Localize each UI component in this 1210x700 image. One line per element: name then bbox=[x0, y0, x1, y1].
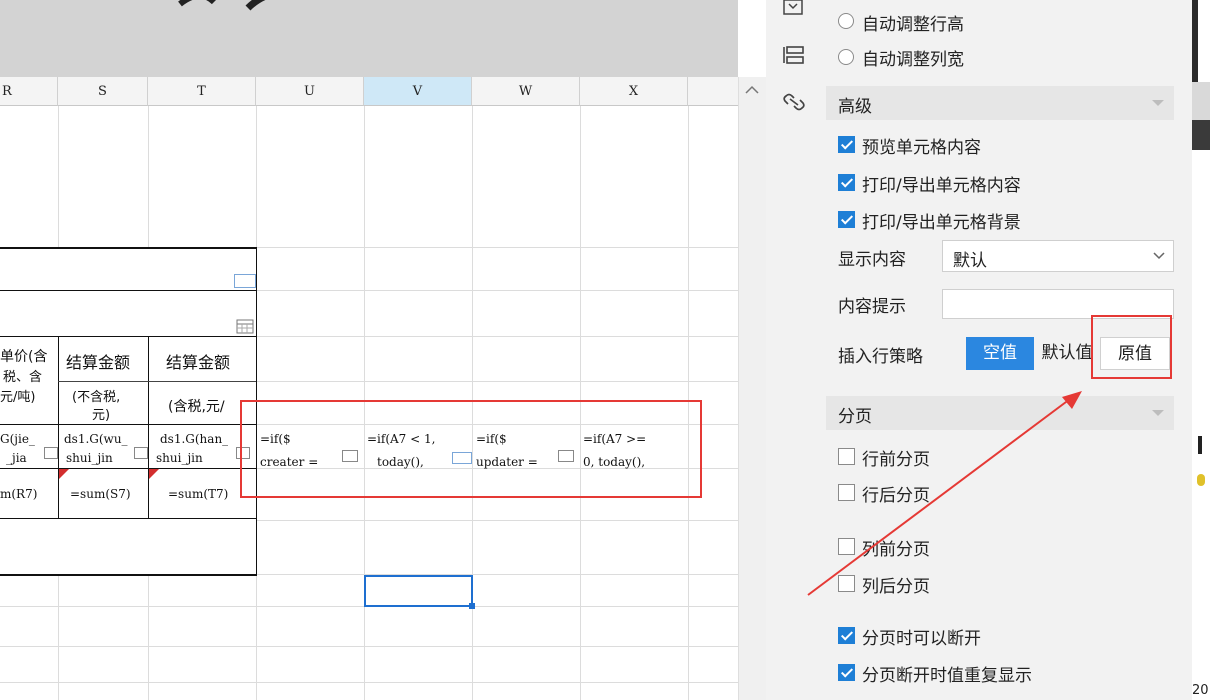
preview-cell-checkbox[interactable] bbox=[838, 136, 855, 153]
col-header-s[interactable]: S bbox=[58, 77, 148, 106]
insert-row-policy-label: 插入行策略 bbox=[838, 347, 923, 367]
policy-option-null[interactable]: 空值 bbox=[966, 337, 1034, 370]
display-content-value: 默认 bbox=[953, 251, 987, 271]
cell-t7-line1[interactable]: ds1.G(han_ bbox=[160, 432, 228, 446]
cell-comment-marker bbox=[59, 469, 69, 479]
preview-cell-label: 预览单元格内容 bbox=[862, 138, 981, 158]
cell-t7-line2: shui_jin bbox=[156, 451, 203, 465]
col-header-x[interactable]: X bbox=[580, 77, 688, 106]
content-hint-label: 内容提示 bbox=[838, 297, 906, 317]
cell-attribute-icon[interactable] bbox=[782, 44, 806, 68]
selected-cell[interactable] bbox=[364, 575, 473, 607]
window-edge: 20 bbox=[1192, 0, 1210, 700]
cell-r-header2: 税、含 bbox=[3, 370, 43, 385]
cell-t-header2: (含税,元/ bbox=[168, 399, 225, 415]
brush-stroke-decoration bbox=[178, 0, 266, 11]
cell-s-header[interactable]: 结算金额 bbox=[66, 349, 130, 373]
chevron-down-icon bbox=[1152, 410, 1164, 416]
chevron-down-icon bbox=[1152, 100, 1164, 106]
auto-col-width-radio[interactable] bbox=[838, 49, 854, 65]
sheet-top-area bbox=[0, 0, 738, 77]
vertical-scrollbar[interactable] bbox=[738, 77, 766, 700]
cell-style-icon[interactable] bbox=[782, 0, 804, 16]
cell-r-header3: 元/吨) bbox=[0, 390, 36, 405]
print-export-content-checkbox[interactable] bbox=[838, 174, 855, 191]
cell-s8-sum[interactable]: =sum(S7) bbox=[70, 487, 131, 501]
formula-icon bbox=[134, 447, 148, 459]
annotation-highlight-original bbox=[1091, 315, 1172, 379]
spreadsheet-grid[interactable]: 单价(含 税、含 元/吨) 结算金额 (不含税, 元) 结算金额 (含税,元/ … bbox=[0, 106, 738, 700]
col-header-w[interactable]: W bbox=[472, 77, 580, 106]
cell-r7-line2: _jia bbox=[6, 451, 27, 465]
cell-t-header[interactable]: 结算金额 bbox=[166, 349, 230, 373]
repeat-on-break-checkbox[interactable] bbox=[838, 664, 855, 681]
fill-handle[interactable] bbox=[469, 603, 475, 609]
cell-r8-sum[interactable]: m(R7) bbox=[0, 487, 37, 501]
cell-s-header3: 元) bbox=[92, 408, 111, 423]
col-header-r[interactable]: R bbox=[0, 77, 58, 106]
cell-t8-sum[interactable]: =sum(T7) bbox=[168, 487, 228, 501]
edge-text: 20 bbox=[1192, 683, 1209, 698]
chevron-up-icon[interactable] bbox=[745, 85, 759, 95]
col-header-empty bbox=[688, 77, 738, 106]
cell-comment-marker bbox=[149, 469, 159, 479]
col-header-v[interactable]: V bbox=[364, 77, 472, 106]
print-export-bg-checkbox[interactable] bbox=[838, 211, 855, 228]
annotation-arrow bbox=[807, 391, 1082, 596]
auto-col-width-label: 自动调整列宽 bbox=[862, 50, 964, 70]
cell-s7-line1[interactable]: ds1.G(wu_ bbox=[64, 432, 128, 446]
cell-widget-icon bbox=[234, 274, 256, 288]
hyperlink-icon[interactable] bbox=[782, 90, 806, 114]
display-content-label: 显示内容 bbox=[838, 250, 906, 270]
print-export-content-label: 打印/导出单元格内容 bbox=[862, 176, 1021, 196]
annotation-highlight-formulas bbox=[240, 400, 702, 498]
advanced-section-title: 高级 bbox=[838, 97, 872, 117]
cell-s7-line2: shui_jin bbox=[66, 451, 113, 465]
auto-row-height-label: 自动调整行高 bbox=[862, 15, 964, 35]
formula-icon bbox=[44, 447, 58, 459]
calendar-icon bbox=[236, 318, 254, 334]
advanced-section-header[interactable]: 高级 bbox=[826, 86, 1174, 120]
chevron-down-icon bbox=[1153, 252, 1165, 260]
col-header-u[interactable]: U bbox=[256, 77, 364, 106]
display-content-select[interactable]: 默认 bbox=[942, 240, 1174, 272]
allow-break-label: 分页时可以断开 bbox=[862, 629, 981, 649]
cell-r7-line1[interactable]: G(jie_ bbox=[0, 432, 35, 446]
print-export-bg-label: 打印/导出单元格背景 bbox=[862, 213, 1021, 233]
col-header-t[interactable]: T bbox=[148, 77, 256, 106]
cell-r-header[interactable]: 单价(含 bbox=[0, 346, 47, 366]
repeat-on-break-label: 分页断开时值重复显示 bbox=[862, 666, 1032, 686]
allow-break-checkbox[interactable] bbox=[838, 627, 855, 644]
cell-s-header2: (不含税, bbox=[72, 390, 121, 405]
auto-row-height-radio[interactable] bbox=[838, 13, 854, 29]
